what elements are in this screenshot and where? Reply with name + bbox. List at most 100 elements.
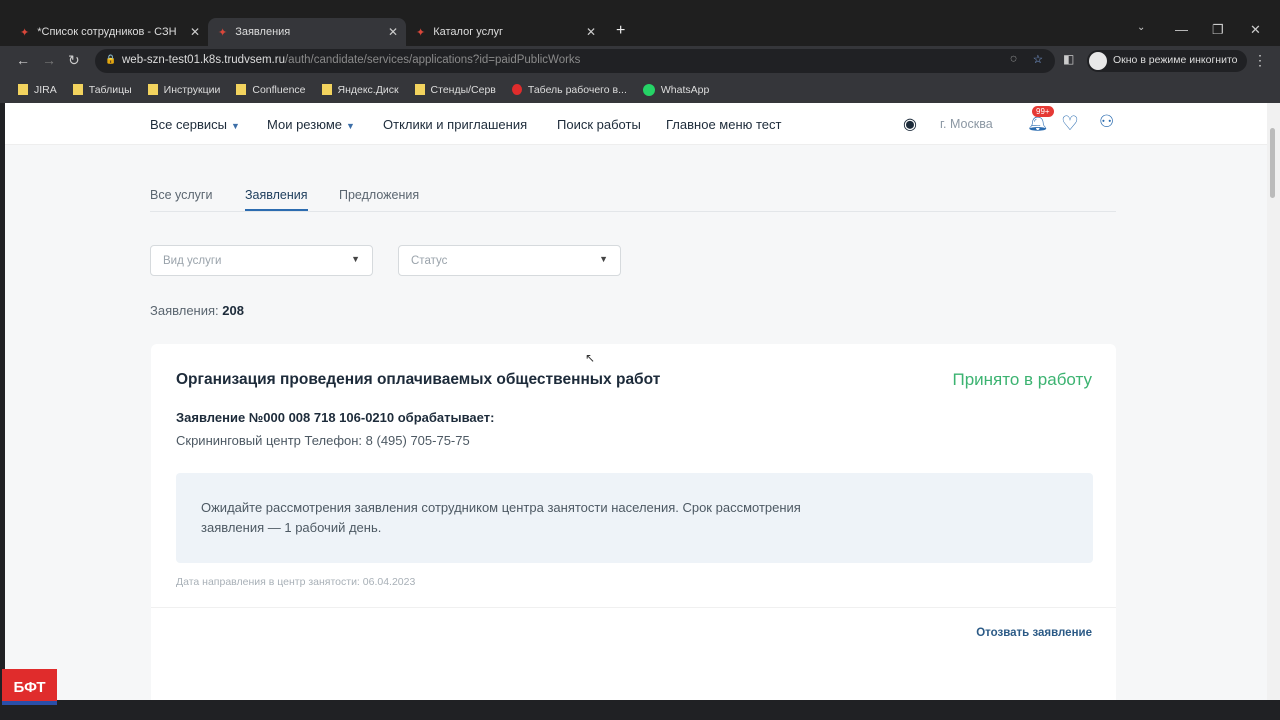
- folder-icon: [18, 84, 28, 95]
- address-bar[interactable]: 🔒 web-szn-test01.k8s.trudvsem.ru/auth/can…: [95, 49, 1055, 73]
- browser-tabbar: ✦ *Список сотрудников - СЗН ✕ ✦ Заявления ✕ …: [0, 0, 1280, 46]
- maximize-button[interactable]: ❐: [1212, 22, 1224, 38]
- close-icon[interactable]: ✕: [388, 25, 398, 39]
- caret-down-icon: ▼: [351, 254, 360, 264]
- bookmark-label: Confluence: [252, 83, 306, 96]
- menu-job-search[interactable]: Поиск работы: [557, 117, 641, 132]
- status-badge: Принято в работу: [952, 370, 1093, 389]
- close-window-button[interactable]: ✕: [1250, 22, 1261, 38]
- select-placeholder: Вид услуги: [163, 255, 222, 267]
- bft-logo: БФТ: [2, 669, 57, 705]
- site-header: Все сервисы ▼ Мои резюме ▼ Отклики и пригл…: [5, 103, 1267, 145]
- browser-tab[interactable]: ✦ *Список сотрудников - СЗН ✕: [10, 18, 208, 46]
- bookmarks-bar: JIRA Таблицы Инструкции Confluence Яндек…: [0, 76, 1280, 103]
- info-box: Ожидайте рассмотрения заявления сотрудни…: [176, 473, 1093, 563]
- reload-icon[interactable]: ↻: [68, 52, 80, 69]
- menu-icon[interactable]: ⋮: [1253, 52, 1267, 69]
- incognito-label: Окно в режиме инкогнито: [1113, 54, 1238, 66]
- back-icon[interactable]: ←: [16, 52, 30, 68]
- tab-label: *Список сотрудников - СЗН: [37, 26, 177, 38]
- site-icon: ✦: [20, 26, 30, 39]
- new-tab-button[interactable]: +: [616, 22, 625, 40]
- menu-label: Все сервисы: [150, 117, 227, 132]
- bookmark-label: Яндекс.Диск: [337, 83, 399, 96]
- browser-tab[interactable]: ✦ Каталог услуг ✕: [406, 18, 604, 46]
- url-path: /auth/candidate/services/applications?id…: [284, 54, 581, 66]
- folder-icon: [321, 84, 332, 95]
- tab-all-services[interactable]: Все услуги: [150, 188, 212, 202]
- incognito-indicator[interactable]: Окно в режиме инкогнито: [1087, 50, 1248, 72]
- processing-center: Скрининговый центр Телефон: 8 (495) 705-…: [176, 433, 470, 448]
- service-type-select[interactable]: Вид услуги ▼: [150, 245, 373, 276]
- menu-my-resumes[interactable]: Мои резюме ▼: [267, 117, 355, 132]
- bottom-bar: [0, 700, 1280, 720]
- bookmark[interactable]: Табель рабочего в...: [511, 83, 627, 96]
- notification-badge: 99+: [1032, 106, 1054, 117]
- caret-down-icon: ▼: [599, 254, 608, 264]
- status-select[interactable]: Статус ▼: [398, 245, 621, 276]
- bookmark[interactable]: WhatsApp: [642, 83, 710, 96]
- submission-date: Дата направления в центр занятости: 06.0…: [176, 576, 416, 588]
- bookmark[interactable]: Стенды/Серв: [414, 83, 496, 96]
- menu-label: Мои резюме: [267, 117, 342, 132]
- bookmark[interactable]: Инструкции: [147, 83, 221, 96]
- bookmark[interactable]: Таблицы: [72, 83, 132, 96]
- folder-icon: [236, 84, 247, 95]
- scrollbar[interactable]: [1267, 103, 1280, 700]
- menu-all-services[interactable]: Все сервисы ▼: [150, 117, 240, 132]
- info-text: Ожидайте рассмотрения заявления сотрудни…: [201, 500, 801, 535]
- star-icon[interactable]: ☆: [1033, 52, 1043, 66]
- application-number: Заявление №000 008 718 106-0210 обрабаты…: [176, 410, 495, 425]
- eye-icon[interactable]: ◉: [903, 114, 917, 134]
- close-icon[interactable]: ✕: [586, 25, 596, 39]
- bookmark[interactable]: Confluence: [236, 83, 306, 96]
- sidepanel-icon[interactable]: ◧: [1063, 52, 1074, 66]
- browser-tab-active[interactable]: ✦ Заявления ✕: [208, 18, 406, 46]
- site-icon: ✦: [416, 26, 426, 39]
- select-placeholder: Статус: [411, 255, 448, 267]
- heart-icon[interactable]: ♡: [1061, 111, 1079, 136]
- bookmark[interactable]: JIRA: [18, 84, 57, 96]
- menu-responses[interactable]: Отклики и приглашения: [383, 117, 527, 132]
- bookmark-label: WhatsApp: [660, 83, 710, 96]
- url-host: web-szn-test01.k8s.trudvsem.ru: [122, 54, 285, 66]
- eye-off-icon[interactable]: ◌: [1010, 53, 1017, 65]
- folder-icon: [147, 84, 158, 95]
- services-tabs: Все услуги Заявления Предложения: [150, 188, 1116, 212]
- minimize-button[interactable]: —: [1175, 22, 1188, 37]
- j-icon: [511, 84, 522, 95]
- application-card: Организация проведения оплачиваемых обще…: [151, 344, 1116, 700]
- lock-icon: 🔒: [105, 54, 117, 64]
- cursor-icon: ↖: [585, 351, 596, 365]
- menu-main-test[interactable]: Главное меню тест: [666, 117, 781, 132]
- scrollbar-thumb[interactable]: [1270, 128, 1275, 198]
- applications-count: Заявления: 208: [150, 303, 244, 318]
- tab-label: Заявления: [235, 26, 291, 38]
- close-icon[interactable]: ✕: [190, 25, 200, 39]
- tab-applications[interactable]: Заявления: [245, 188, 308, 211]
- withdraw-button[interactable]: Отозвать заявление: [976, 627, 1092, 639]
- city-selector[interactable]: г. Москва: [940, 117, 993, 131]
- tab-search-icon[interactable]: ⌄: [1137, 22, 1145, 33]
- page: Все сервисы ▼ Мои резюме ▼ Отклики и пригл…: [5, 103, 1267, 700]
- bookmark[interactable]: Яндекс.Диск: [321, 83, 399, 96]
- caret-down-icon: ▼: [346, 121, 355, 131]
- whatsapp-icon: [642, 83, 655, 96]
- bookmark-label: Таблицы: [88, 83, 132, 96]
- divider: [151, 607, 1116, 608]
- count-label: Заявления:: [150, 303, 219, 318]
- tab-label: Каталог услуг: [433, 26, 504, 38]
- bookmark-label: Табель рабочего в...: [527, 83, 627, 96]
- user-icon[interactable]: ⚇: [1099, 112, 1114, 132]
- count-value: 208: [222, 303, 244, 318]
- bookmark-label: JIRA: [34, 83, 57, 96]
- bookmark-label: Стенды/Серв: [430, 83, 496, 96]
- card-title: Организация проведения оплачиваемых обще…: [176, 371, 661, 388]
- incognito-icon: [1089, 52, 1107, 70]
- tab-offers[interactable]: Предложения: [339, 188, 419, 202]
- caret-down-icon: ▼: [230, 121, 240, 131]
- bookmark-label: Инструкции: [163, 83, 221, 96]
- folder-icon: [72, 84, 83, 95]
- site-icon: ✦: [218, 26, 228, 39]
- forward-icon[interactable]: →: [42, 52, 56, 68]
